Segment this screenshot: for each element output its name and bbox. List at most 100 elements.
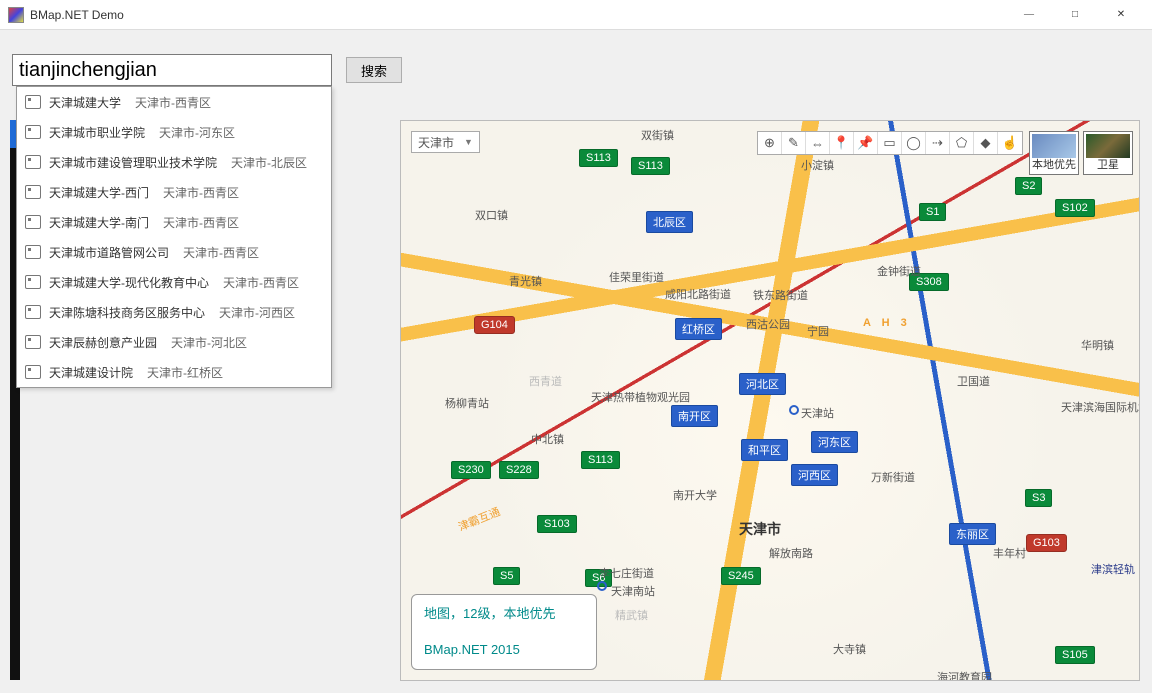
- zoom-tool[interactable]: ⊕: [758, 132, 782, 154]
- shield-s228: S228: [499, 461, 539, 479]
- place-zhongbei: 中北镇: [531, 431, 564, 447]
- city-selector[interactable]: 天津市 ▼: [411, 131, 480, 153]
- client-area: 搜索 天津城建大学天津市-西青区天津城市职业学院天津市-河东区天津城市建设管理职…: [0, 30, 1152, 693]
- suggest-name: 天津陈塘科技商务区服务中心: [49, 304, 205, 321]
- ruler-tool[interactable]: ⇔: [806, 132, 830, 154]
- suggest-name: 天津城建大学-南门: [49, 214, 149, 231]
- shield-s113b: S113: [631, 157, 670, 175]
- suggest-item[interactable]: 天津城市道路管网公司天津市-西青区: [17, 237, 331, 267]
- place-tianjinnanzhan: 天津南站: [611, 583, 655, 599]
- circle-tool[interactable]: ◯: [902, 132, 926, 154]
- district-hebei: 河北区: [739, 373, 786, 395]
- map-mode-local-thumb: [1032, 134, 1076, 158]
- suggest-item[interactable]: 天津城市建设管理职业技术学院天津市-北辰区: [17, 147, 331, 177]
- shield-s5: S5: [493, 567, 520, 585]
- suggest-city: 天津市-西青区: [183, 244, 259, 261]
- map-panel[interactable]: 天津市 ▼ ⊕✎⇔📍📌▭◯⇢⬠◆☝ 本地优先 卫星 北辰区 红桥区 河北区 南开…: [400, 120, 1140, 681]
- shield-s113a: S113: [579, 149, 618, 167]
- suggest-icon: [25, 125, 41, 139]
- pin-tool[interactable]: 📌: [854, 132, 878, 154]
- map-mode-switch: 本地优先 卫星: [1029, 131, 1133, 175]
- map-copyright: BMap.NET 2015: [424, 641, 584, 659]
- suggest-city: 天津市-红桥区: [147, 364, 223, 381]
- suggest-city: 天津市-西青区: [223, 274, 299, 291]
- minimize-button[interactable]: —: [1006, 0, 1052, 30]
- polygon-tool[interactable]: ⬠: [950, 132, 974, 154]
- city-selector-label: 天津市: [418, 134, 454, 151]
- suggest-icon: [25, 245, 41, 259]
- suggest-icon: [25, 365, 41, 379]
- place-wanglanzhuang: 万新街道: [871, 469, 915, 485]
- map-mode-satellite[interactable]: 卫星: [1083, 131, 1133, 175]
- suggest-item[interactable]: 天津城建大学-南门天津市-西青区: [17, 207, 331, 237]
- place-tianjinbinhai: 天津滨海国际机场: [1061, 399, 1117, 415]
- suggest-name: 天津城建大学-现代化教育中心: [49, 274, 209, 291]
- suggest-icon: [25, 275, 41, 289]
- suggest-icon: [25, 155, 41, 169]
- suggest-item[interactable]: 天津城建大学-现代化教育中心天津市-西青区: [17, 267, 331, 297]
- search-input[interactable]: [12, 54, 332, 86]
- search-suggestions: 天津城建大学天津市-西青区天津城市职业学院天津市-河东区天津城市建设管理职业技术…: [16, 86, 332, 388]
- suggest-city: 天津市-西青区: [163, 184, 239, 201]
- suggest-item[interactable]: 天津城建大学-西门天津市-西青区: [17, 177, 331, 207]
- shield-s105: S105: [1055, 646, 1095, 664]
- window-title: BMap.NET Demo: [30, 8, 1006, 22]
- suggest-item[interactable]: 天津辰赫创意产业园天津市-河北区: [17, 327, 331, 357]
- place-huamingzhen: 华明镇: [1081, 337, 1114, 353]
- search-button[interactable]: 搜索: [346, 57, 402, 83]
- maximize-button[interactable]: □: [1052, 0, 1098, 30]
- shield-s102: S102: [1055, 199, 1095, 217]
- place-jingwu: 精武镇: [615, 607, 648, 623]
- place-tiedongjie: 铁东路街道: [753, 287, 808, 303]
- shield-s2: S2: [1015, 177, 1042, 195]
- suggest-item[interactable]: 天津城建大学天津市-西青区: [17, 87, 331, 117]
- map-info-box: 地图，12级，本地优先 BMap.NET 2015: [411, 594, 597, 670]
- chevron-down-icon: ▼: [464, 137, 473, 147]
- shield-s230: S230: [451, 461, 491, 479]
- place-jiefangnanlu: 解放南路: [769, 545, 795, 561]
- suggest-name: 天津城建大学: [49, 94, 121, 111]
- suggest-city: 天津市-河东区: [159, 124, 235, 141]
- suggest-icon: [25, 95, 41, 109]
- suggest-item[interactable]: 天津城市职业学院天津市-河东区: [17, 117, 331, 147]
- suggest-name: 天津城市道路管网公司: [49, 244, 169, 261]
- district-dongli: 东丽区: [949, 523, 996, 545]
- label-jinjin: 津滨轻轨: [1091, 561, 1135, 577]
- district-hongqiao: 红桥区: [675, 318, 722, 340]
- map-mode-local[interactable]: 本地优先: [1029, 131, 1079, 175]
- label-xiqing: 西青道: [529, 373, 562, 389]
- map-mode-satellite-thumb: [1086, 134, 1130, 158]
- suggest-city: 天津市-西青区: [163, 214, 239, 231]
- place-xiaodian: 小淀镇: [801, 157, 834, 173]
- label-ah3: A H 3: [863, 317, 911, 329]
- map-status-text: 地图，12级，本地优先: [424, 605, 584, 623]
- suggest-city: 天津市-河北区: [171, 334, 247, 351]
- place-yangliuqing: 杨柳青站: [445, 395, 489, 411]
- place-tianjinredai: 天津热带植物观光园: [591, 389, 663, 405]
- route-tool[interactable]: ⇢: [926, 132, 950, 154]
- suggest-city: 天津市-西青区: [135, 94, 211, 111]
- close-button[interactable]: ✕: [1098, 0, 1144, 30]
- suggest-item[interactable]: 天津城建设计院天津市-红桥区: [17, 357, 331, 387]
- place-xianyangbeilu: 咸阳北路街道: [665, 286, 731, 302]
- suggest-item[interactable]: 天津陈塘科技商务区服务中心天津市-河西区: [17, 297, 331, 327]
- place-licun: 李七庄街道: [599, 565, 654, 581]
- suggest-city: 天津市-河西区: [219, 304, 295, 321]
- hand-tool[interactable]: ☝: [998, 132, 1022, 154]
- place-xigu: 西沽公园: [746, 316, 790, 332]
- shield-s3: S3: [1025, 489, 1052, 507]
- suggest-name: 天津城建大学-西门: [49, 184, 149, 201]
- shield-s245: S245: [721, 567, 761, 585]
- place-haihe: 海河教育园: [937, 669, 992, 681]
- search-row: 搜索: [12, 54, 402, 86]
- titlebar: BMap.NET Demo — □ ✕: [0, 0, 1152, 30]
- suggest-icon: [25, 215, 41, 229]
- district-hedong: 河东区: [811, 431, 858, 453]
- app-icon: [8, 7, 24, 23]
- district-nankai: 南开区: [671, 405, 718, 427]
- draw-tool[interactable]: ✎: [782, 132, 806, 154]
- rect-tool[interactable]: ▭: [878, 132, 902, 154]
- marker-tool[interactable]: 📍: [830, 132, 854, 154]
- place-jinzhong: 金钟街道: [877, 263, 921, 279]
- area-tool[interactable]: ◆: [974, 132, 998, 154]
